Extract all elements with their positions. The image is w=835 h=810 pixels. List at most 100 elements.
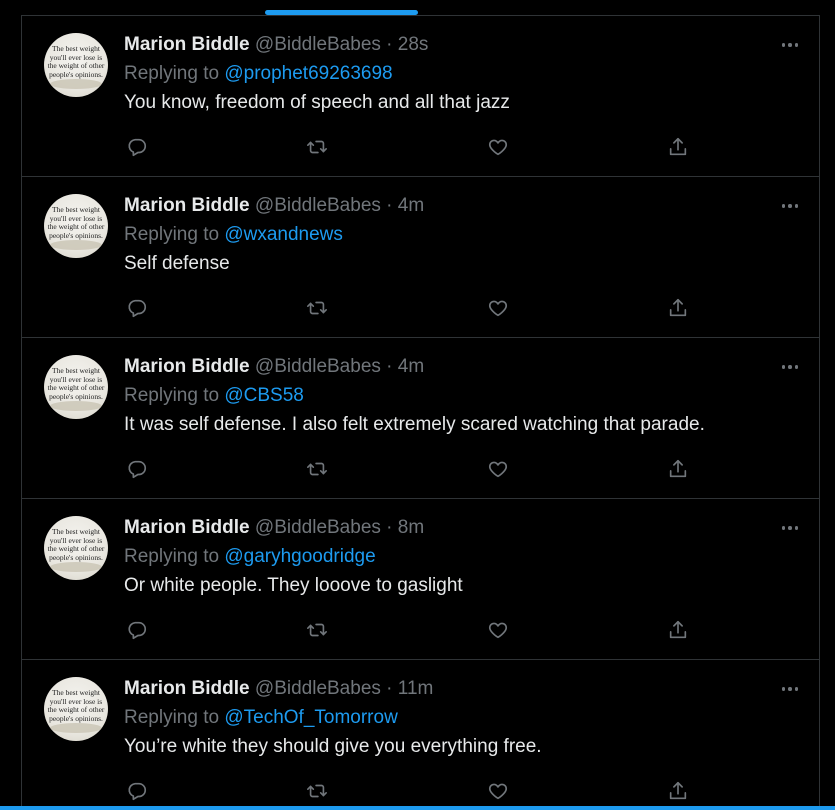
- retweet-icon[interactable]: [304, 456, 330, 482]
- reply-icon[interactable]: [124, 134, 150, 160]
- tweet[interactable]: The best weight you'll ever lose is the …: [22, 338, 819, 499]
- tweet-header: Marion Biddle @BiddleBabes · 11m: [124, 676, 803, 702]
- share-icon[interactable]: [665, 295, 691, 321]
- avatar[interactable]: The best weight you'll ever lose is the …: [44, 355, 108, 419]
- avatar-landscape: [50, 723, 102, 733]
- tweet-actions: [124, 617, 694, 643]
- heart-icon[interactable]: [485, 617, 511, 643]
- more-options-icon[interactable]: [777, 519, 803, 537]
- more-options-icon[interactable]: [777, 358, 803, 376]
- retweet-icon[interactable]: [304, 134, 330, 160]
- heart-icon[interactable]: [485, 778, 511, 804]
- replying-to: Replying to @TechOf_Tomorrow: [124, 705, 803, 731]
- tweet-header: Marion Biddle @BiddleBabes · 4m: [124, 354, 803, 380]
- tweet-content: Marion Biddle @BiddleBabes · 4m Replying…: [124, 354, 803, 438]
- user-handle[interactable]: @BiddleBabes: [255, 195, 381, 216]
- tweet[interactable]: The best weight you'll ever lose is the …: [22, 177, 819, 338]
- share-icon[interactable]: [665, 617, 691, 643]
- avatar[interactable]: The best weight you'll ever lose is the …: [44, 194, 108, 258]
- retweet-icon[interactable]: [304, 295, 330, 321]
- tweet-actions: [124, 295, 694, 321]
- bottom-accent-bar: [0, 806, 835, 810]
- display-name[interactable]: Marion Biddle: [124, 356, 250, 377]
- tweet-header: Marion Biddle @BiddleBabes · 8m: [124, 515, 803, 541]
- tweet-content: Marion Biddle @BiddleBabes · 11m Replyin…: [124, 676, 803, 760]
- more-options-icon[interactable]: [777, 197, 803, 215]
- tweet[interactable]: The best weight you'll ever lose is the …: [22, 660, 819, 810]
- replying-to-label: Replying to: [124, 385, 220, 406]
- mention-link[interactable]: @wxandnews: [224, 224, 343, 245]
- separator-dot: ·: [386, 517, 393, 538]
- avatar-quote-image: The best weight you'll ever lose is the …: [47, 44, 105, 79]
- tweet[interactable]: The best weight you'll ever lose is the …: [22, 499, 819, 660]
- replying-to: Replying to @garyhgoodridge: [124, 544, 803, 570]
- avatar[interactable]: The best weight you'll ever lose is the …: [44, 33, 108, 97]
- avatar-landscape: [50, 240, 102, 250]
- reply-icon[interactable]: [124, 617, 150, 643]
- share-icon[interactable]: [665, 778, 691, 804]
- retweet-icon[interactable]: [304, 617, 330, 643]
- separator-dot: ·: [386, 195, 393, 216]
- tweet-content: Marion Biddle @BiddleBabes · 4m Replying…: [124, 193, 803, 277]
- mention-link[interactable]: @TechOf_Tomorrow: [224, 707, 397, 728]
- avatar-quote-image: The best weight you'll ever lose is the …: [47, 366, 105, 401]
- tweet-content: Marion Biddle @BiddleBabes · 28s Replyin…: [124, 32, 803, 116]
- share-icon[interactable]: [665, 456, 691, 482]
- more-options-icon[interactable]: [777, 680, 803, 698]
- tweet-timestamp[interactable]: 8m: [398, 517, 424, 538]
- display-name[interactable]: Marion Biddle: [124, 517, 250, 538]
- app-window: The best weight you'll ever lose is the …: [0, 0, 835, 810]
- reply-icon[interactable]: [124, 295, 150, 321]
- more-options-icon[interactable]: [777, 36, 803, 54]
- tweet-actions: [124, 778, 694, 804]
- avatar-quote-image: The best weight you'll ever lose is the …: [47, 205, 105, 240]
- heart-icon[interactable]: [485, 134, 511, 160]
- tweet-text: You know, freedom of speech and all that…: [124, 92, 510, 113]
- tweet-text: Self defense: [124, 253, 230, 274]
- replying-to: Replying to @wxandnews: [124, 222, 803, 248]
- tweet-timestamp[interactable]: 11m: [398, 678, 434, 699]
- tweet-actions: [124, 456, 694, 482]
- retweet-icon[interactable]: [304, 778, 330, 804]
- display-name[interactable]: Marion Biddle: [124, 195, 250, 216]
- reply-icon[interactable]: [124, 778, 150, 804]
- tweet-header: Marion Biddle @BiddleBabes · 28s: [124, 32, 803, 58]
- tweet-timestamp[interactable]: 4m: [398, 356, 424, 377]
- tweet-actions: [124, 134, 694, 160]
- user-handle[interactable]: @BiddleBabes: [255, 517, 381, 538]
- tweet-text: Or white people. They looove to gaslight: [124, 575, 463, 596]
- replying-to-label: Replying to: [124, 707, 220, 728]
- tweet-header: Marion Biddle @BiddleBabes · 4m: [124, 193, 803, 219]
- tweet-text: It was self defense. I also felt extreme…: [124, 414, 705, 435]
- separator-dot: ·: [386, 34, 393, 55]
- share-icon[interactable]: [665, 134, 691, 160]
- avatar-quote-image: The best weight you'll ever lose is the …: [47, 527, 105, 562]
- replying-to: Replying to @CBS58: [124, 383, 803, 409]
- avatar-quote-image: The best weight you'll ever lose is the …: [47, 688, 105, 723]
- separator-dot: ·: [386, 356, 393, 377]
- replying-to-label: Replying to: [124, 63, 220, 84]
- heart-icon[interactable]: [485, 295, 511, 321]
- mention-link[interactable]: @prophet69263698: [224, 63, 392, 84]
- avatar-landscape: [50, 562, 102, 572]
- tweet-timeline: The best weight you'll ever lose is the …: [21, 15, 820, 810]
- user-handle[interactable]: @BiddleBabes: [255, 356, 381, 377]
- tweet-text: You’re white they should give you everyt…: [124, 736, 542, 757]
- tweet-timestamp[interactable]: 4m: [398, 195, 424, 216]
- reply-icon[interactable]: [124, 456, 150, 482]
- mention-link[interactable]: @garyhgoodridge: [224, 546, 375, 567]
- user-handle[interactable]: @BiddleBabes: [255, 34, 381, 55]
- user-handle[interactable]: @BiddleBabes: [255, 678, 381, 699]
- replying-to-label: Replying to: [124, 546, 220, 567]
- heart-icon[interactable]: [485, 456, 511, 482]
- tweet-timestamp[interactable]: 28s: [398, 34, 429, 55]
- mention-link[interactable]: @CBS58: [224, 385, 304, 406]
- avatar-landscape: [50, 401, 102, 411]
- replying-to: Replying to @prophet69263698: [124, 61, 803, 87]
- display-name[interactable]: Marion Biddle: [124, 678, 250, 699]
- display-name[interactable]: Marion Biddle: [124, 34, 250, 55]
- avatar[interactable]: The best weight you'll ever lose is the …: [44, 677, 108, 741]
- avatar[interactable]: The best weight you'll ever lose is the …: [44, 516, 108, 580]
- tweet[interactable]: The best weight you'll ever lose is the …: [22, 16, 819, 177]
- replying-to-label: Replying to: [124, 224, 220, 245]
